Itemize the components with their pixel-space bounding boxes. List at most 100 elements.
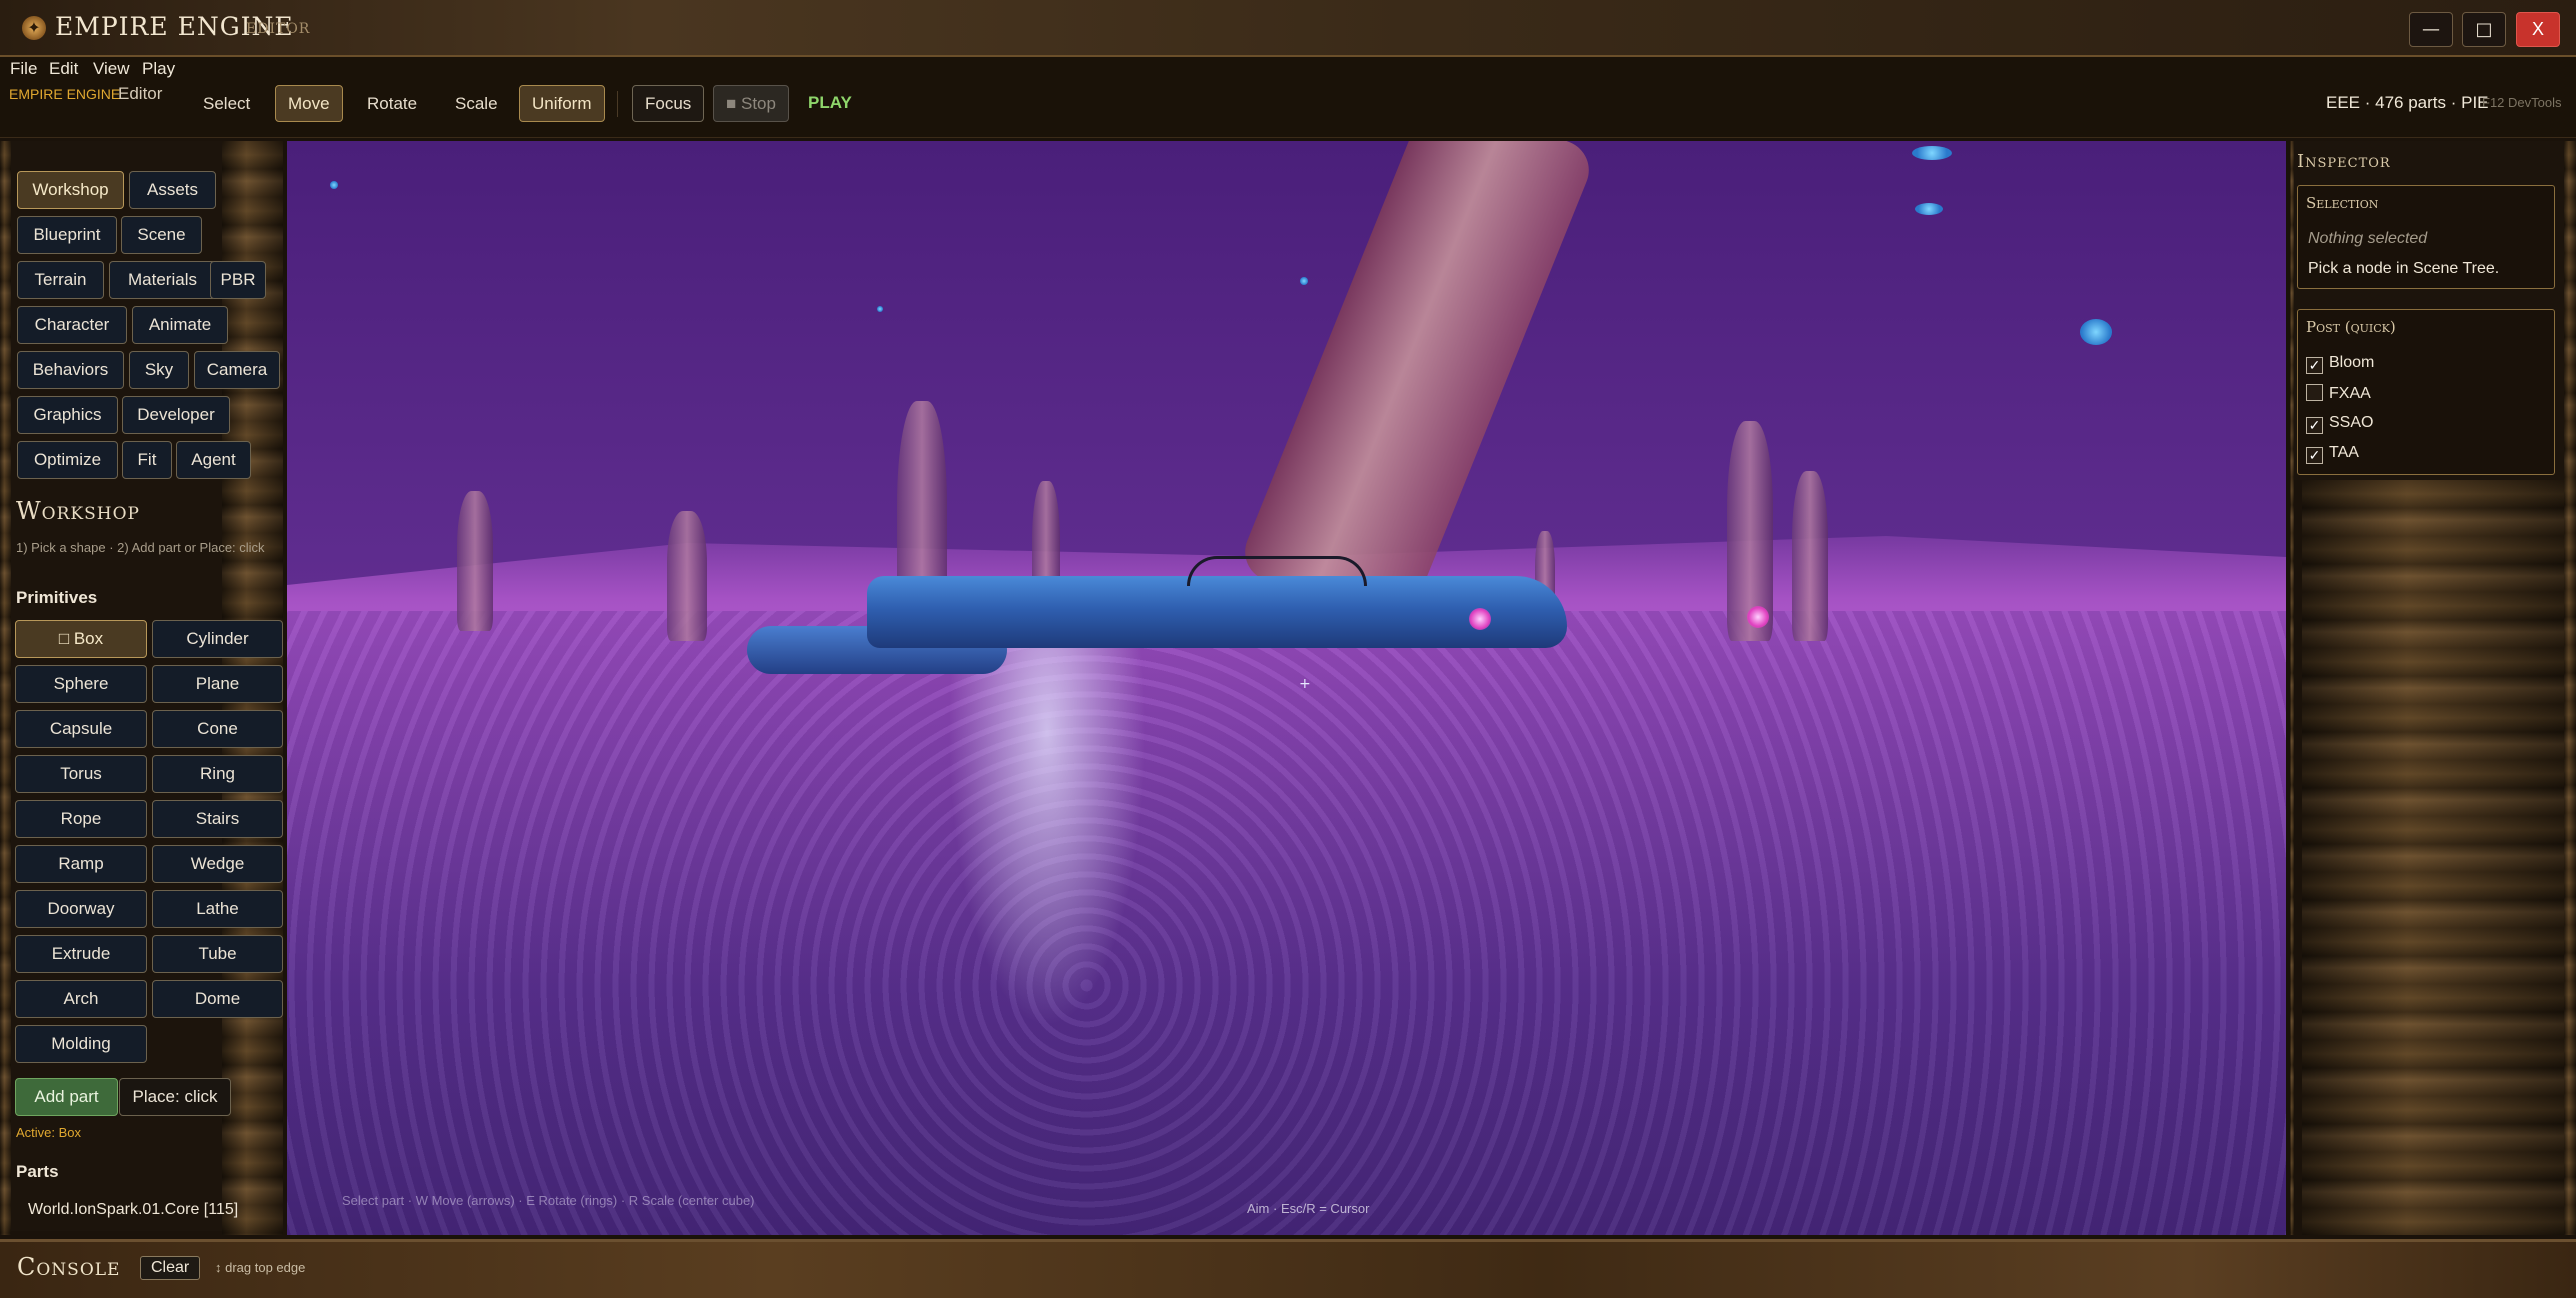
checkbox-icon[interactable]: ✓ (2306, 417, 2323, 434)
rock-spire (457, 491, 493, 631)
pick-node-hint: Pick a node in Scene Tree. (2308, 260, 2500, 277)
tab-graphics[interactable]: Graphics (17, 396, 118, 434)
brand-label: EMPIRE ENGINE (9, 86, 121, 102)
place-click-button[interactable]: Place: click (119, 1078, 231, 1116)
primitive-plane-button[interactable]: Plane (152, 665, 283, 703)
bloom-label: Bloom (2329, 354, 2375, 371)
tab-sky[interactable]: Sky (129, 351, 189, 389)
toolbar: EMPIRE ENGINE Editor Select Move Rotate … (0, 81, 2576, 138)
menu-play[interactable]: Play (142, 59, 175, 79)
ship-thruster-glow (1469, 608, 1491, 630)
tab-assets[interactable]: Assets (129, 171, 216, 209)
tab-workshop[interactable]: Workshop (17, 171, 124, 209)
ssao-label: SSAO (2329, 414, 2374, 431)
console-bar[interactable]: Console Clear ↕ drag top edge (0, 1239, 2576, 1298)
select-tool-button[interactable]: Select (190, 85, 263, 122)
primitive-ramp-button[interactable]: Ramp (15, 845, 147, 883)
checkbox-icon[interactable] (2306, 384, 2323, 401)
3d-viewport[interactable]: + Select part · W Move (arrows) · E Rota… (287, 141, 2286, 1235)
primitive-doorway-button[interactable]: Doorway (15, 890, 147, 928)
tab-developer[interactable]: Developer (122, 396, 230, 434)
primitive-wedge-button[interactable]: Wedge (152, 845, 283, 883)
floating-orb (2080, 319, 2112, 345)
checkbox-icon[interactable]: ✓ (2306, 447, 2323, 464)
stop-button[interactable]: ■ Stop (713, 85, 789, 122)
rock-spire (1792, 471, 1828, 641)
nothing-selected-text: Nothing selected (2308, 230, 2428, 247)
rotate-tool-button[interactable]: Rotate (354, 85, 430, 122)
minimize-button[interactable]: — (2409, 12, 2453, 47)
spaceship-model[interactable] (747, 556, 1769, 686)
post-quick-box: Post (quick) ✓ Bloom FXAA ✓ SSAO ✓ TAA (2297, 309, 2555, 475)
close-button[interactable]: X (2516, 12, 2560, 47)
primitive-molding-button[interactable]: Molding (15, 1025, 147, 1063)
primitive-lathe-button[interactable]: Lathe (152, 890, 283, 928)
parts-title: Parts (16, 1162, 59, 1181)
primitive-dome-button[interactable]: Dome (152, 980, 283, 1018)
tab-agent[interactable]: Agent (176, 441, 251, 479)
fxaa-checkbox[interactable]: FXAA (2306, 384, 2371, 406)
tab-behaviors[interactable]: Behaviors (17, 351, 124, 389)
scale-tool-button[interactable]: Scale (442, 85, 511, 122)
console-resize-hint: ↕ drag top edge (215, 1260, 306, 1275)
aim-hint: Aim · Esc/R = Cursor (1247, 1201, 1370, 1216)
play-button[interactable]: PLAY (796, 85, 864, 122)
ship-hull (867, 576, 1567, 648)
primitive-extrude-button[interactable]: Extrude (15, 935, 147, 973)
floating-orb (1300, 277, 1308, 285)
app-subtitle: EDITOR (246, 21, 311, 37)
primitive-torus-button[interactable]: Torus (15, 755, 147, 793)
tab-fit[interactable]: Fit (122, 441, 172, 479)
devtools-hint: F12 DevTools (2482, 95, 2562, 110)
tab-blueprint[interactable]: Blueprint (17, 216, 117, 254)
floating-orb (1912, 146, 1952, 160)
move-tool-button[interactable]: Move (275, 85, 343, 122)
menu-view[interactable]: View (93, 59, 130, 79)
right-frame-ornament (2564, 141, 2576, 1235)
parts-list-item[interactable]: World.IonSpark.01.Core [115] (28, 1201, 238, 1219)
primitive-arch-button[interactable]: Arch (15, 980, 147, 1018)
inspector-panel: Inspector Selection Nothing selected Pic… (2294, 141, 2564, 480)
tab-animate[interactable]: Animate (132, 306, 228, 344)
right-panel-ornament (2302, 480, 2564, 1235)
menu-edit[interactable]: Edit (49, 59, 78, 79)
primitive-ring-button[interactable]: Ring (152, 755, 283, 793)
focus-button[interactable]: Focus (632, 85, 705, 122)
ground-plane (287, 611, 2286, 1235)
primitive-capsule-button[interactable]: Capsule (15, 710, 147, 748)
tab-scene[interactable]: Scene (121, 216, 202, 254)
title-bar: ✦ EMPIRE ENGINE EDITOR — □ X (0, 0, 2576, 57)
selection-box: Selection Nothing selected Pick a node i… (2297, 185, 2555, 289)
ssao-checkbox[interactable]: ✓ SSAO (2306, 414, 2373, 436)
tab-character[interactable]: Character (17, 306, 127, 344)
primitive-cylinder-button[interactable]: Cylinder (152, 620, 283, 658)
uniform-toggle-button[interactable]: Uniform (519, 85, 605, 122)
tab-camera[interactable]: Camera (194, 351, 280, 389)
checkbox-icon[interactable]: ✓ (2306, 357, 2323, 374)
selection-title: Selection (2306, 194, 2379, 212)
tab-materials[interactable]: Materials (109, 261, 216, 299)
primitive-tube-button[interactable]: Tube (152, 935, 283, 973)
floating-orb (1915, 203, 1943, 215)
maximize-button[interactable]: □ (2462, 12, 2506, 47)
primitive-sphere-button[interactable]: Sphere (15, 665, 147, 703)
mode-label: Editor (118, 84, 163, 103)
left-panel: Workshop Assets Blueprint Scene Terrain … (11, 141, 283, 1231)
post-quick-title: Post (quick) (2306, 318, 2396, 336)
primitive-cone-button[interactable]: Cone (152, 710, 283, 748)
tab-optimize[interactable]: Optimize (17, 441, 118, 479)
bloom-checkbox[interactable]: ✓ Bloom (2306, 354, 2374, 376)
console-clear-button[interactable]: Clear (140, 1256, 201, 1280)
active-primitive-label: Active: Box (16, 1125, 82, 1140)
taa-checkbox[interactable]: ✓ TAA (2306, 444, 2359, 466)
primitive-rope-button[interactable]: Rope (15, 800, 147, 838)
primitive-stairs-button[interactable]: Stairs (152, 800, 283, 838)
menu-file[interactable]: File (10, 59, 37, 79)
tab-pbr[interactable]: PBR (210, 261, 266, 299)
tab-terrain[interactable]: Terrain (17, 261, 104, 299)
primitive-box-button[interactable]: □ Box (15, 620, 147, 658)
left-frame-ornament (0, 141, 11, 1235)
inspector-title: Inspector (2297, 151, 2391, 172)
floating-orb (330, 181, 338, 189)
add-part-button[interactable]: Add part (15, 1078, 118, 1116)
